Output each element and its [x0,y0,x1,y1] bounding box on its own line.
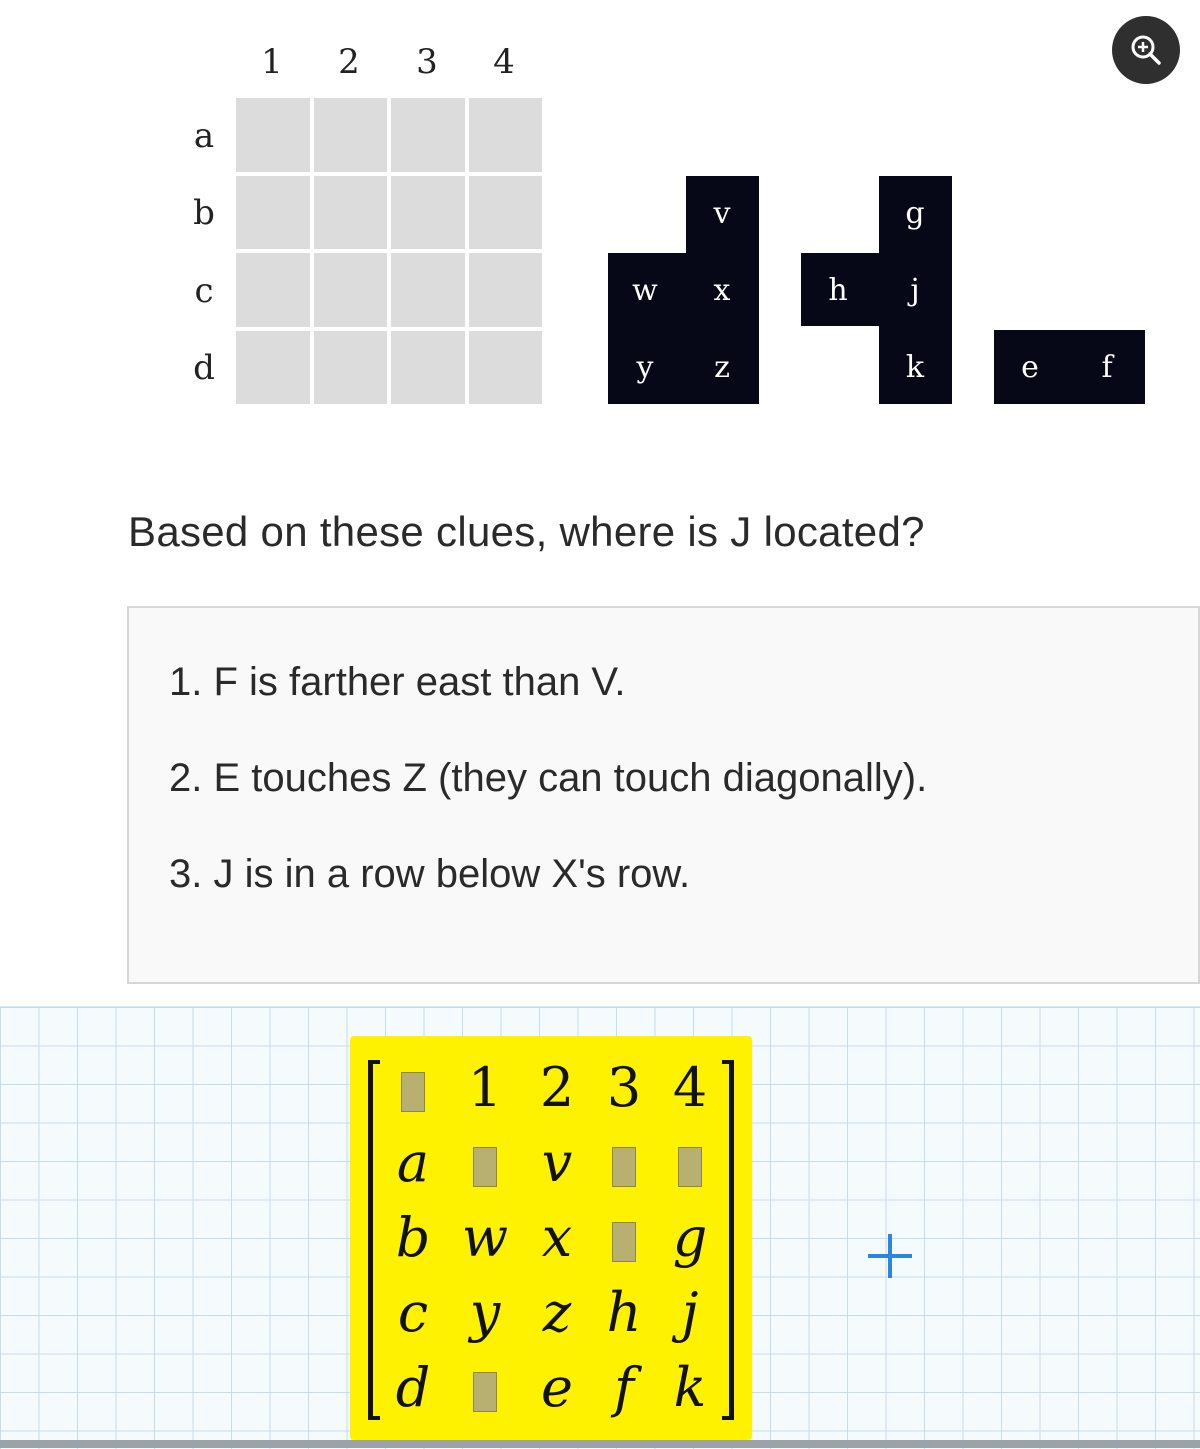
grid-cell[interactable] [236,175,310,249]
piece-label: z [714,350,730,385]
matrix-cell[interactable]: x [522,1200,592,1276]
grid-row-label: a [193,116,215,156]
grid-cell[interactable] [391,175,465,249]
placeholder-box [678,1147,702,1187]
grid-row-label: b [193,193,215,233]
piece-label: j [910,273,920,308]
grid-cell[interactable] [391,253,465,327]
grid-cell[interactable] [236,98,310,172]
question-text: Based on these clues, where is J located… [128,508,925,555]
matrix-cell[interactable]: g [655,1200,725,1276]
placeholder-box [612,1222,636,1262]
matrix-cell[interactable]: e [522,1350,592,1426]
puzzle-grid [236,98,542,404]
matrix-placeholder-cell[interactable] [589,1125,659,1201]
piece-label: x [713,273,731,308]
grid-cell[interactable] [236,330,310,404]
matrix-cell[interactable]: b [378,1200,448,1276]
placeholder-box [612,1147,636,1187]
matrix-cell[interactable]: 4 [655,1050,725,1126]
matrix-placeholder-cell[interactable] [589,1200,659,1276]
placeholder-box [473,1147,497,1187]
matrix-cell[interactable]: v [522,1125,592,1201]
matrix-cell[interactable]: d [378,1350,448,1426]
grid-col-label: 2 [338,42,360,82]
grid-col-label: 1 [261,42,283,82]
grid-row-label: d [193,348,215,388]
piece-label: k [905,350,925,385]
matrix-placeholder-cell[interactable] [450,1125,520,1201]
matrix-cell[interactable]: a [378,1125,448,1201]
grid-cell[interactable] [468,330,542,404]
grid-cell[interactable] [391,98,465,172]
clue-item: 1. F is farther east than V. [169,660,626,704]
piece-label: v [713,196,731,231]
matrix-placeholder-cell[interactable] [450,1350,520,1426]
grid-cell[interactable] [313,253,387,327]
piece-label: e [1021,350,1039,385]
grid-cell[interactable] [313,98,387,172]
grid-cell[interactable] [468,175,542,249]
placeholder-box [473,1372,497,1412]
matrix-cell[interactable]: k [655,1350,725,1426]
canvas-bottom-border [0,1440,1200,1448]
piece-label: y [636,350,654,385]
zoom-in-button[interactable] [1112,16,1180,84]
matrix-cell[interactable]: f [589,1350,659,1426]
grid-cell[interactable] [468,98,542,172]
grid-cell[interactable] [468,253,542,327]
add-button[interactable] [866,1232,914,1280]
matrix-cell[interactable]: 1 [450,1050,520,1126]
matrix-cell[interactable]: w [450,1200,520,1276]
matrix-placeholder-cell[interactable] [655,1125,725,1201]
grid-cell[interactable] [313,175,387,249]
clue-item: 2. E touches Z (they can touch diagonall… [169,756,928,800]
matrix-cell[interactable]: j [655,1275,725,1351]
matrix-cell[interactable]: z [522,1275,592,1351]
piece-label: w [632,273,658,308]
piece-label: g [905,196,925,231]
grid-col-label: 3 [416,42,438,82]
grid-row-label: c [194,271,214,311]
matrix-cell[interactable]: c [378,1275,448,1351]
plus-icon [868,1234,912,1278]
zoom-in-icon [1131,35,1161,65]
piece-label: f [1101,350,1113,385]
placeholder-box [401,1072,425,1112]
matrix-cell[interactable]: 2 [522,1050,592,1126]
piece-label: h [828,273,848,308]
clue-item: 3. J is in a row below X's row. [169,852,691,896]
matrix-cell[interactable]: h [589,1275,659,1351]
grid-cell[interactable] [313,330,387,404]
grid-cell[interactable] [391,330,465,404]
clues-box: 1. F is farther east than V. 2. E touche… [127,606,1200,984]
matrix-cell[interactable]: y [450,1275,520,1351]
grid-cell[interactable] [236,253,310,327]
matrix-cell[interactable]: 3 [589,1050,659,1126]
grid-col-label: 4 [493,42,515,82]
matrix-placeholder-cell[interactable] [378,1050,448,1126]
